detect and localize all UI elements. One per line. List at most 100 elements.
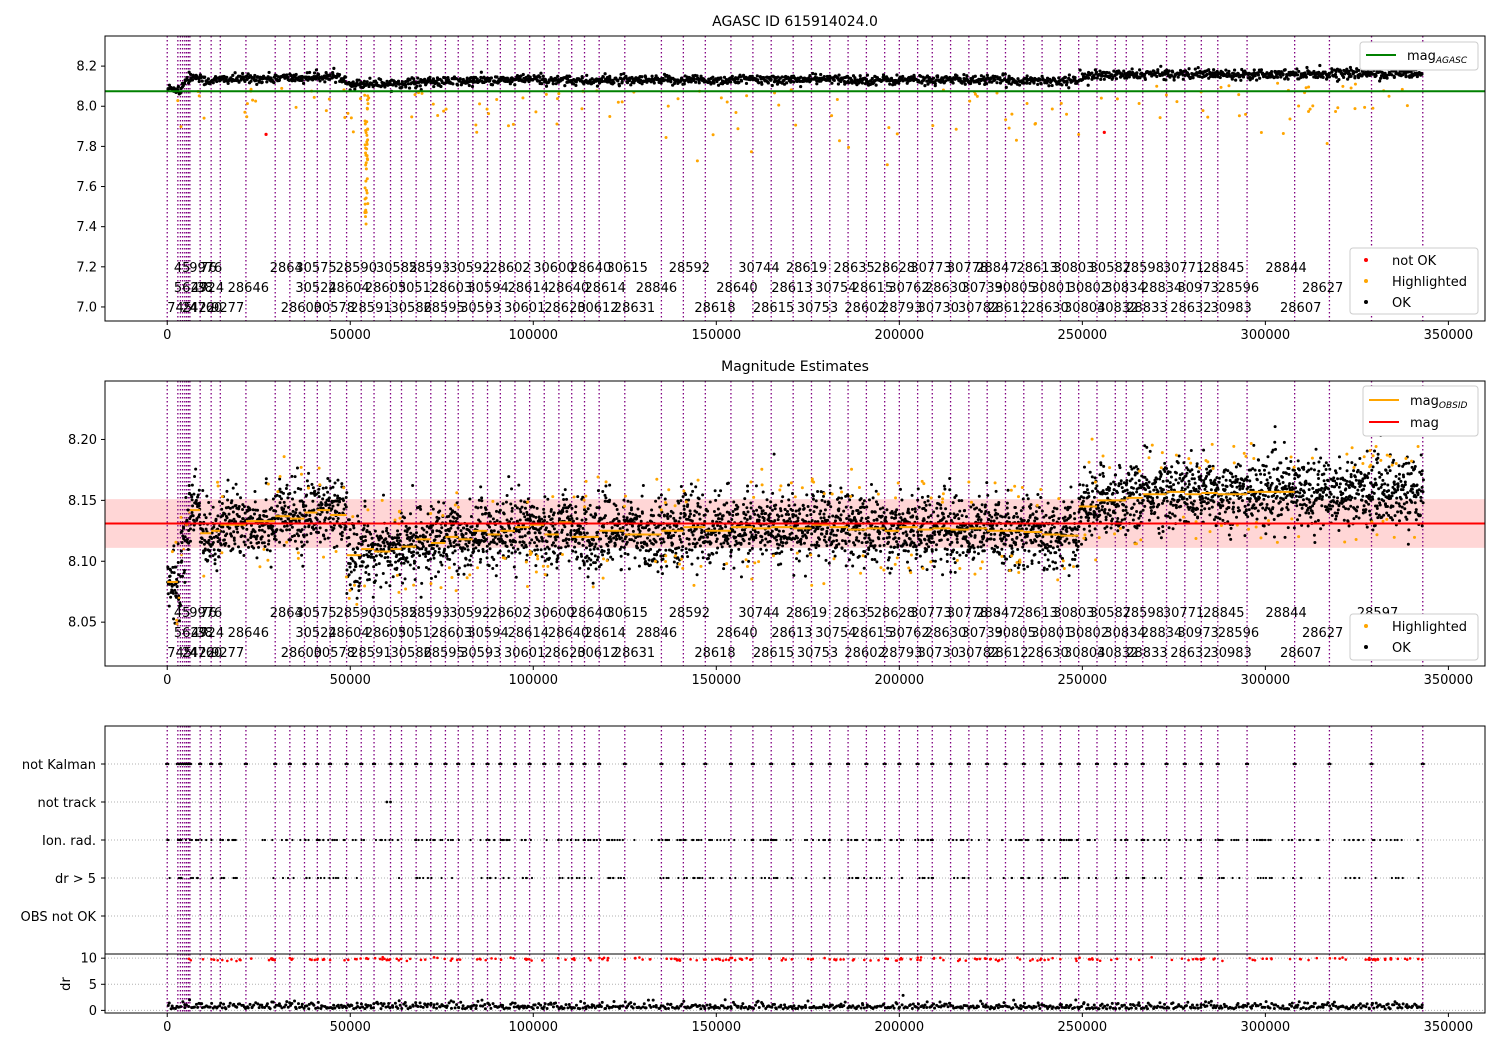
ok-point <box>576 555 580 559</box>
ok-point <box>639 519 643 523</box>
ok-point <box>312 508 316 512</box>
ok-point <box>815 82 819 86</box>
ok-point <box>448 519 452 523</box>
highlighted-point <box>1371 106 1375 110</box>
ok-point <box>318 540 322 544</box>
highlighted-point <box>364 208 368 212</box>
ok-point <box>730 74 734 78</box>
ok-point <box>374 563 378 567</box>
obsid-label: 28646 <box>228 281 269 296</box>
ok-point <box>551 524 555 528</box>
ok-point <box>267 70 271 75</box>
ok-point <box>447 529 451 533</box>
ok-point <box>799 542 803 546</box>
ok-point <box>851 553 855 557</box>
ok-point <box>843 549 847 553</box>
ok-point <box>652 81 656 85</box>
highlighted-point <box>895 132 899 136</box>
ok-point <box>509 502 513 506</box>
ok-point <box>582 561 586 565</box>
ok-point <box>1109 73 1114 77</box>
ok-point <box>249 541 253 545</box>
ok-point <box>671 542 675 546</box>
ok-point <box>1281 72 1285 76</box>
ok-point <box>208 549 212 553</box>
ok-point <box>186 547 190 551</box>
obsid-label: 28614 <box>585 281 626 296</box>
ok-point <box>630 538 634 542</box>
ok-point <box>601 75 605 79</box>
ok-point <box>1276 75 1280 79</box>
obsid-label: 28618 <box>694 301 735 316</box>
ok-point <box>543 559 547 563</box>
ok-point <box>1259 68 1264 72</box>
ok-point <box>422 528 426 532</box>
ok-point <box>372 555 376 559</box>
highlighted-point <box>365 191 369 195</box>
ok-point <box>429 504 433 508</box>
highlighted-point <box>887 126 891 130</box>
ok-point <box>258 525 262 529</box>
ok-point <box>847 558 851 562</box>
ok-point <box>984 82 989 86</box>
obsid-label: 30593 <box>460 301 501 316</box>
ok-point <box>697 81 701 85</box>
ok-point <box>179 549 183 553</box>
ok-point <box>812 510 816 514</box>
ok-point <box>574 538 578 542</box>
ok-point <box>287 517 291 521</box>
ok-point <box>484 507 488 511</box>
ok-point <box>388 584 392 588</box>
ok-point <box>853 543 857 547</box>
ok-point <box>637 564 641 568</box>
obsid-label: 28615 <box>852 281 893 296</box>
ok-point <box>413 578 417 582</box>
ok-point <box>771 491 775 495</box>
ok-point <box>361 560 365 564</box>
ok-point <box>446 545 450 549</box>
highlighted-point <box>1353 107 1357 111</box>
ok-point <box>698 544 702 548</box>
ok-point <box>477 549 481 553</box>
ok-point <box>553 544 557 548</box>
ok-point <box>761 490 765 494</box>
ok-point <box>248 508 252 512</box>
ok-point <box>360 542 364 546</box>
ok-point <box>488 547 492 551</box>
ok-point <box>455 516 459 520</box>
ok-point <box>354 562 358 566</box>
ok-point <box>258 513 262 517</box>
ok-point <box>360 564 364 568</box>
ok-point <box>253 512 257 516</box>
ok-point <box>347 573 351 577</box>
highlighted-point <box>1276 81 1280 85</box>
ok-point <box>480 499 484 503</box>
ok-point <box>416 551 420 555</box>
ok-point <box>1353 74 1357 79</box>
ok-point <box>253 530 257 534</box>
ok-point <box>538 75 542 79</box>
ok-point <box>232 517 236 521</box>
ok-point <box>215 79 219 84</box>
ok-point <box>274 509 278 513</box>
ok-point <box>424 554 428 558</box>
ok-point <box>707 556 711 560</box>
ok-point <box>1295 73 1300 77</box>
obsid-label: 30601 <box>504 301 545 316</box>
ok-point <box>680 555 684 559</box>
ok-point <box>1270 70 1274 74</box>
ok-point <box>418 504 422 508</box>
ok-point <box>796 519 800 523</box>
ok-point <box>787 504 791 508</box>
ok-point <box>759 506 763 510</box>
ok-point <box>285 524 289 528</box>
ok-point <box>565 497 569 501</box>
ok-point <box>484 511 488 515</box>
ok-point <box>770 529 774 533</box>
ok-point <box>373 579 377 583</box>
ok-point <box>230 534 234 538</box>
ok-point <box>828 79 832 83</box>
ok-point <box>463 564 467 568</box>
ok-point <box>594 542 598 546</box>
ok-point <box>711 519 715 523</box>
